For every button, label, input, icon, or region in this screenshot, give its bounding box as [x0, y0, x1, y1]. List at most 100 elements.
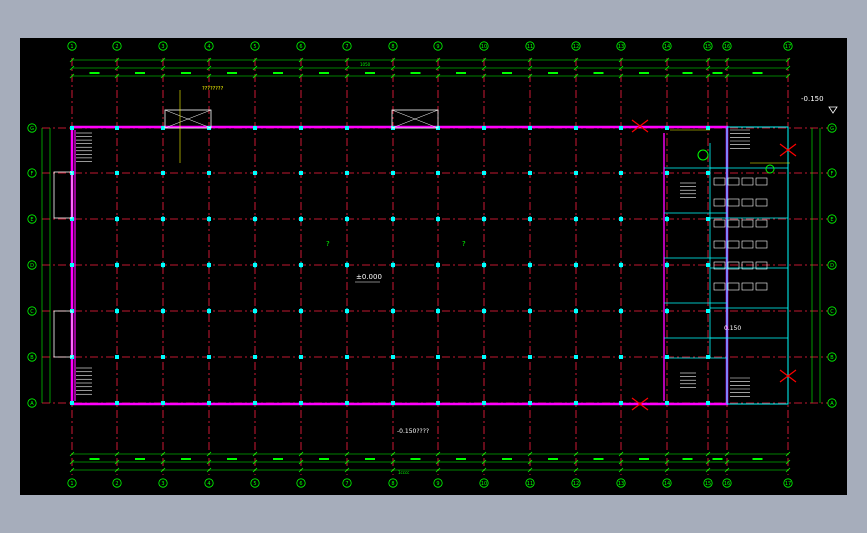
dimension-text-top — [502, 72, 512, 74]
column — [482, 355, 486, 359]
axis-bubble-top-label: 17 — [785, 44, 791, 50]
column — [115, 355, 119, 359]
dimension-text-top — [319, 72, 329, 74]
axis-bubbles-right: G F E D C B A — [827, 123, 837, 408]
exterior-wall — [70, 125, 729, 406]
column — [253, 126, 257, 130]
column — [253, 171, 257, 175]
axis-bubble-bottom-label: 5 — [253, 481, 256, 487]
column — [115, 401, 119, 405]
column — [706, 126, 710, 130]
axis-bubble-top-label: 6 — [299, 44, 302, 50]
axis-bubble-bottom-label: 9 — [436, 481, 439, 487]
axis-bubble-top-label: 3 — [161, 44, 164, 50]
desk — [755, 282, 768, 291]
label-top-left: ???????? — [202, 86, 224, 92]
axis-bubble-left-label: D — [30, 263, 34, 269]
dimension-text-bottom — [682, 458, 693, 460]
dimension-text-bottom — [639, 458, 649, 460]
overall-dimension-bottom: 1cccc — [398, 470, 409, 475]
dimension-text-bottom — [319, 458, 329, 460]
axis-bubble-top-label: 15 — [705, 44, 711, 50]
level-marker — [828, 106, 838, 114]
dimension-text-bottom — [502, 458, 512, 460]
column — [619, 355, 623, 359]
column — [161, 171, 165, 175]
desk — [741, 240, 754, 249]
column — [70, 263, 74, 267]
column — [207, 401, 211, 405]
axis-bubble-top-label: 11 — [527, 44, 533, 50]
axis-bubble-bottom-label: 15 — [705, 481, 711, 487]
desk — [713, 240, 726, 249]
column — [161, 355, 165, 359]
column — [706, 171, 710, 175]
desk — [727, 177, 740, 186]
column — [391, 171, 395, 175]
desk — [755, 198, 768, 207]
desk — [741, 282, 754, 291]
column — [706, 309, 710, 313]
column — [665, 126, 669, 130]
axis-bubble-left-label: G — [30, 126, 34, 132]
room-label-2: ? — [462, 240, 466, 248]
column — [345, 355, 349, 359]
column — [482, 126, 486, 130]
axis-bubble-bottom-label: 2 — [115, 481, 118, 487]
axis-bubble-bottom-label: 13 — [618, 481, 624, 487]
office-rooms — [76, 129, 788, 397]
axis-bubble-top-label: 12 — [573, 44, 579, 50]
column — [619, 171, 623, 175]
axis-bubble-bottom-label: 3 — [161, 481, 164, 487]
column — [436, 171, 440, 175]
column — [706, 401, 710, 405]
column — [299, 171, 303, 175]
column — [115, 126, 119, 130]
column — [665, 401, 669, 405]
desk — [755, 177, 768, 186]
level-bottom: -0.150???? — [397, 428, 429, 435]
dock-shelter — [53, 171, 73, 219]
axis-bubble-top-label: 10 — [481, 44, 487, 50]
axis-bubble-bottom-label: 11 — [527, 481, 533, 487]
axis-bubble-top-label: 14 — [664, 44, 670, 50]
dimension-text-top — [365, 72, 375, 74]
column — [619, 401, 623, 405]
axis-bubble-bottom-label: 17 — [785, 481, 791, 487]
column — [161, 401, 165, 405]
column — [391, 355, 395, 359]
column — [115, 171, 119, 175]
column — [207, 171, 211, 175]
columns — [70, 126, 710, 405]
desk — [727, 282, 740, 291]
dimension-text-top — [89, 72, 100, 74]
desk — [713, 177, 726, 186]
dimension-text-top — [181, 72, 191, 74]
desk — [727, 198, 740, 207]
axis-bubble-top-label: 2 — [115, 44, 118, 50]
axis-bubble-top-label: 5 — [253, 44, 256, 50]
dimension-text-top — [593, 72, 604, 74]
dimension-text-top — [410, 72, 421, 74]
level-right: 0.150 — [724, 325, 741, 332]
axis-bubble-bottom-label: 12 — [573, 481, 579, 487]
column — [299, 401, 303, 405]
column — [528, 401, 532, 405]
axis-bubble-right-label: G — [830, 126, 834, 132]
overall-dimension-top: 1050 — [360, 62, 371, 67]
axis-bubble-bottom-label: 1 — [70, 481, 73, 487]
level-top-right: -0.150 — [801, 95, 824, 103]
floor-plan-drawing: 1 2 3 4 5 6 7 8 9 10 11 12 13 14 15 16 17 1 2 3 4 5 6 7 8 9 10 11 1… — [27, 41, 838, 488]
desk — [755, 219, 768, 228]
desk — [741, 198, 754, 207]
annex-outline — [726, 126, 789, 405]
column — [482, 171, 486, 175]
dimension-text-top — [135, 72, 145, 74]
column — [253, 355, 257, 359]
dimension-text-bottom — [227, 458, 237, 460]
desk — [741, 177, 754, 186]
dimension-text-bottom — [273, 458, 283, 460]
column — [345, 171, 349, 175]
column — [574, 126, 578, 130]
desk — [727, 219, 740, 228]
